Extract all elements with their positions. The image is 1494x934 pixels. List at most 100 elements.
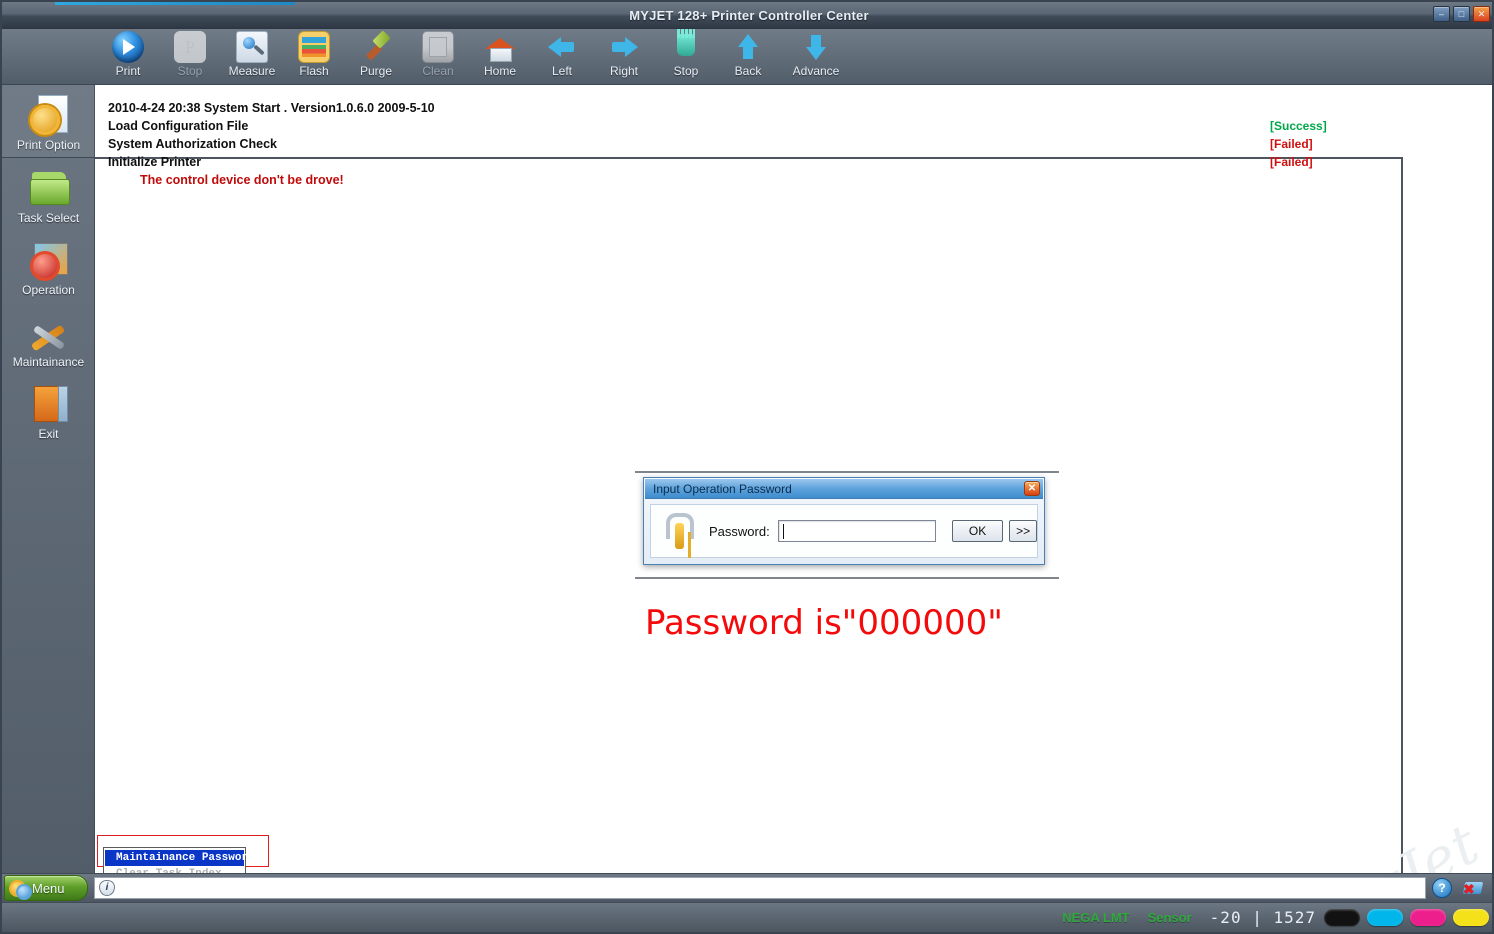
password-hint-text: Password is"000000" xyxy=(645,603,1003,643)
toolbar-button-back[interactable]: Back xyxy=(717,29,779,85)
toolbar-label: Clean xyxy=(422,64,454,78)
toolbar-button-left[interactable]: Left xyxy=(531,29,593,85)
arrow-right-icon xyxy=(608,31,640,63)
bottom-taskbar: Menu xyxy=(2,873,1492,902)
tools-icon xyxy=(28,310,70,352)
toolbar-button-stop-print[interactable]: Stop xyxy=(159,29,221,85)
toolbar-label: Measure xyxy=(228,64,276,78)
log-error-message: The control device don't be drove! xyxy=(140,173,344,187)
log-row: Initialize Printer [Failed] xyxy=(108,153,1492,171)
arrow-down-icon xyxy=(800,31,832,63)
main-content-area: 2010-4-24 20:38 System Start . Version1.… xyxy=(95,85,1492,932)
info-icon xyxy=(99,880,115,896)
log-text: Load Configuration File xyxy=(108,119,249,133)
sidebar-item-label: Task Select xyxy=(17,211,80,225)
flash-icon xyxy=(298,31,330,63)
password-input[interactable] xyxy=(777,520,936,542)
log-status: [Failed] xyxy=(1270,155,1313,169)
log-text: 2010-4-24 20:38 System Start . Version1.… xyxy=(108,101,435,115)
log-status: [Success] xyxy=(1270,119,1327,133)
minimize-button[interactable]: – xyxy=(1433,6,1450,22)
sidebar-item-label: Operation xyxy=(22,283,75,297)
ink-cyan-indicator xyxy=(1367,909,1403,926)
arrow-left-icon xyxy=(546,31,578,63)
close-icon: ✕ xyxy=(1477,9,1486,19)
ink-magenta-indicator xyxy=(1410,909,1446,926)
toolbar-label: Stop xyxy=(177,64,203,78)
folder-icon xyxy=(28,166,70,208)
input-operation-password-dialog: Input Operation Password Password: OK >> xyxy=(643,477,1045,565)
sidebar-item-task-select[interactable]: Task Select xyxy=(2,158,95,230)
toolbar-label: Left xyxy=(551,64,572,78)
nega-lmt-status: NEGA LMT xyxy=(1062,910,1130,925)
bottom-status-bar: NEGA LMT Sensor -20 | 1527 xyxy=(2,902,1492,932)
toolbar-label: Advance xyxy=(792,64,840,78)
purge-icon xyxy=(360,31,392,63)
toolbar-button-advance[interactable]: Advance xyxy=(779,29,853,85)
toolbar-button-stop-motion[interactable]: Stop xyxy=(655,29,717,85)
menu-item-label: Maintainance Password xyxy=(116,852,255,864)
toolbar-label: Right xyxy=(609,64,638,78)
home-icon xyxy=(484,31,516,63)
toolbar-label: Home xyxy=(483,64,516,78)
toolbar-button-measure[interactable]: Measure xyxy=(221,29,283,85)
text-caret xyxy=(782,524,784,539)
password-label: Password: xyxy=(709,523,770,539)
sidebar-item-exit[interactable]: Exit xyxy=(2,374,95,446)
clean-icon xyxy=(422,31,454,63)
left-sidebar: Print Option Task Select Operation Maint… xyxy=(2,85,95,877)
sidebar-item-label: Maintainance xyxy=(12,355,85,369)
startup-log: 2010-4-24 20:38 System Start . Version1.… xyxy=(108,99,1492,187)
maximize-button[interactable]: □ xyxy=(1453,6,1470,22)
dialog-title-bar[interactable]: Input Operation Password xyxy=(645,479,1043,499)
log-status: [Failed] xyxy=(1270,137,1313,151)
minimize-icon: – xyxy=(1438,9,1444,19)
toolbar-button-clean[interactable]: Clean xyxy=(407,29,469,85)
toolbar-label: Print xyxy=(115,64,141,78)
gear-icon xyxy=(9,879,32,900)
menu-button-label: Menu xyxy=(32,880,65,896)
toolbar-label: Back xyxy=(734,64,762,78)
log-row: 2010-4-24 20:38 System Start . Version1.… xyxy=(108,99,1492,117)
dialog-body: Password: OK >> xyxy=(650,504,1038,558)
toolbar-label: Flash xyxy=(299,64,329,78)
exit-door-icon xyxy=(28,382,70,424)
sidebar-item-print-option[interactable]: Print Option xyxy=(2,85,95,158)
ok-button[interactable]: OK xyxy=(951,520,1004,542)
print-option-icon xyxy=(28,93,70,135)
toolbar-label: Purge xyxy=(359,64,393,78)
print-icon xyxy=(112,31,144,63)
menu-button[interactable]: Menu xyxy=(4,875,88,901)
hand-stop-icon xyxy=(670,29,702,63)
taskbar-right-tray xyxy=(1432,878,1492,898)
sensor-status: Sensor xyxy=(1147,910,1192,925)
sidebar-item-operation[interactable]: Operation xyxy=(2,230,95,302)
sidebar-item-label: Exit xyxy=(38,427,59,441)
toolbar-button-print[interactable]: Print xyxy=(97,29,159,85)
dialog-title: Input Operation Password xyxy=(653,482,792,496)
key-lock-icon xyxy=(659,509,703,553)
toolbar-button-right[interactable]: Right xyxy=(593,29,655,85)
expand-more-button[interactable]: >> xyxy=(1009,520,1037,542)
application-window: MYJET 128+ Printer Controller Center – □… xyxy=(0,0,1494,934)
network-disconnected-icon[interactable] xyxy=(1462,878,1492,898)
info-status-field[interactable] xyxy=(94,877,1426,899)
close-button[interactable]: ✕ xyxy=(1473,6,1490,22)
sidebar-item-maintainance[interactable]: Maintainance xyxy=(2,302,95,374)
log-text: Initialize Printer xyxy=(108,155,202,169)
stop-icon xyxy=(174,31,206,63)
dialog-close-icon[interactable] xyxy=(1024,481,1040,496)
toolbar-button-purge[interactable]: Purge xyxy=(345,29,407,85)
ink-yellow-indicator xyxy=(1453,909,1489,926)
coordinate-readout: -20 | 1527 xyxy=(1209,908,1316,927)
measure-icon xyxy=(236,31,268,63)
menu-item-maintainance-password[interactable]: Maintainance Password xyxy=(105,850,255,866)
log-text: System Authorization Check xyxy=(108,137,278,151)
ink-black-indicator xyxy=(1324,909,1360,926)
toolbar-label: Stop xyxy=(673,64,699,78)
toolbar-button-flash[interactable]: Flash xyxy=(283,29,345,85)
help-icon[interactable] xyxy=(1432,878,1452,898)
maximize-icon: □ xyxy=(1458,9,1465,19)
arrow-up-icon xyxy=(732,31,764,63)
toolbar-button-home[interactable]: Home xyxy=(469,29,531,85)
